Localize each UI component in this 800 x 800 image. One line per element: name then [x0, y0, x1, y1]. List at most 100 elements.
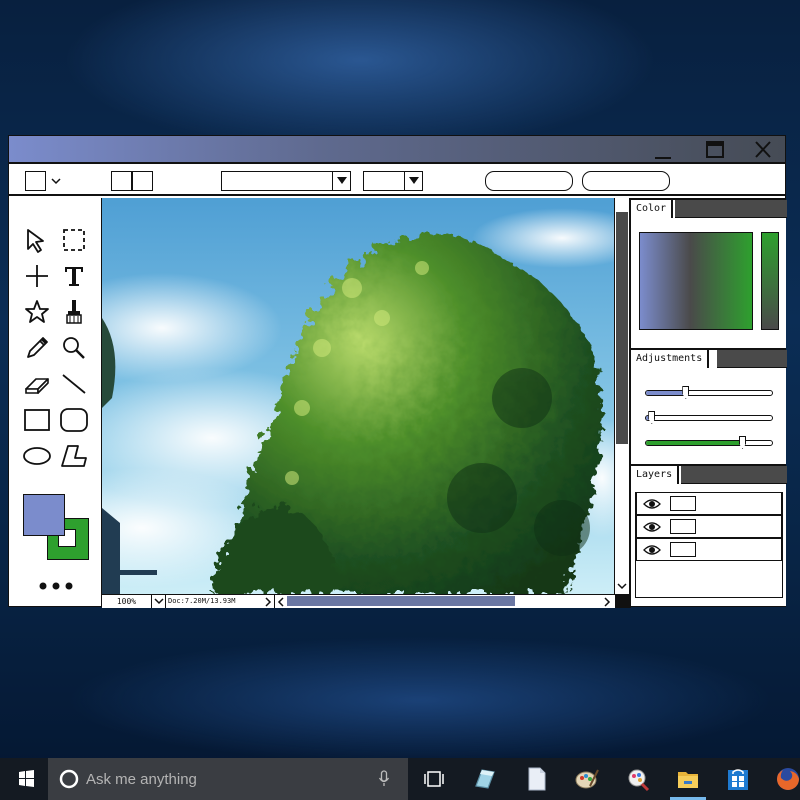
scroll-down-icon[interactable]: [617, 581, 627, 591]
eye-icon[interactable]: [643, 498, 661, 510]
adjustment-slider-3-fill: [646, 441, 744, 445]
pencil-icon: [27, 337, 48, 358]
file-explorer-icon: [678, 772, 698, 788]
title-bar[interactable]: [9, 136, 785, 164]
color-panel: Color: [630, 198, 787, 348]
layers-panel-header-bar: [681, 466, 787, 484]
maximize-button[interactable]: [695, 136, 735, 164]
pencil-tool[interactable]: [22, 333, 52, 363]
line-tool[interactable]: [59, 369, 89, 399]
task-view-button[interactable]: [412, 758, 456, 800]
layers-panel: Layers: [630, 464, 787, 606]
zoom-icon: [63, 337, 85, 359]
chevron-right-icon[interactable]: [264, 597, 272, 607]
taskbar-paint-palette[interactable]: [564, 758, 608, 800]
color-spectrum-slider[interactable]: [761, 232, 779, 330]
app-icon: [475, 769, 495, 789]
rectangle-select-icon: [63, 229, 85, 251]
firefox-icon: [777, 768, 799, 790]
rectangle-tool[interactable]: [22, 405, 52, 435]
rectangle-select-tool[interactable]: [59, 225, 89, 255]
layer-row-2[interactable]: [636, 515, 782, 538]
star-icon: [25, 300, 49, 323]
tool-preset-picker[interactable]: [25, 171, 65, 191]
crosshair-icon: [26, 265, 48, 287]
layer-thumbnail: [670, 496, 696, 511]
brush-tool[interactable]: [59, 297, 89, 327]
minimize-button[interactable]: [643, 136, 683, 164]
adjustment-slider-2-knob[interactable]: [648, 411, 656, 424]
taskbar-document[interactable]: [514, 758, 558, 800]
close-button[interactable]: [743, 136, 783, 164]
text-icon: [65, 267, 83, 286]
adjustment-slider-1-fill: [646, 391, 687, 395]
eraser-tool[interactable]: [22, 369, 52, 399]
foreground-color-swatch[interactable]: [23, 494, 65, 536]
layer-row-3[interactable]: [636, 538, 782, 561]
zoom-level-text: 100%: [116, 597, 137, 606]
vertical-scrollbar[interactable]: [614, 198, 630, 594]
adjustment-slider-2[interactable]: [645, 411, 773, 424]
crosshair-tool[interactable]: [22, 261, 52, 291]
chevron-down-icon: [154, 598, 164, 605]
star-tool[interactable]: [22, 297, 52, 327]
taskbar-paint-app[interactable]: [616, 758, 660, 800]
eraser-icon: [25, 378, 49, 394]
text-tool[interactable]: [59, 261, 89, 291]
vertical-scroll-thumb[interactable]: [616, 212, 628, 444]
taskbar-file-explorer[interactable]: [666, 758, 710, 800]
ellipsis-icon: [39, 582, 73, 590]
taskbar-store[interactable]: [716, 758, 760, 800]
polygon-tool[interactable]: [59, 441, 89, 471]
scroll-right-icon[interactable]: [603, 597, 611, 607]
taskbar-firefox[interactable]: [764, 758, 800, 800]
horizontal-scrollbar[interactable]: [274, 595, 631, 608]
toggle-divider: [131, 172, 133, 190]
layer-row-1[interactable]: [636, 492, 782, 515]
taskbar-app-1[interactable]: [462, 758, 506, 800]
color-picker-field[interactable]: [639, 232, 753, 330]
search-box[interactable]: [48, 758, 408, 800]
minimize-icon: [655, 157, 671, 159]
tool-preset-swatch: [25, 171, 46, 191]
zoom-tool[interactable]: [59, 333, 89, 363]
image-canvas[interactable]: [102, 198, 614, 594]
doc-size: Doc:7.20M/13.93M: [168, 595, 264, 608]
adjustment-slider-1[interactable]: [645, 386, 773, 399]
rounded-rectangle-tool[interactable]: [59, 405, 89, 435]
adjustment-slider-3[interactable]: [645, 436, 773, 449]
search-input[interactable]: [86, 768, 366, 790]
adjustments-panel-header-bar: [717, 350, 787, 368]
cortana-icon[interactable]: [58, 768, 80, 790]
color-panel-tab[interactable]: Color: [631, 200, 674, 218]
toolbar-button-1[interactable]: [485, 171, 573, 191]
color-panel-header-bar: [675, 200, 787, 218]
eye-icon[interactable]: [643, 521, 661, 533]
scroll-left-icon[interactable]: [277, 597, 285, 607]
eye-icon[interactable]: [643, 544, 661, 556]
zoom-dropdown[interactable]: [152, 595, 166, 608]
select-dropdown-1[interactable]: [221, 171, 351, 191]
select-dropdown-2[interactable]: [363, 171, 423, 191]
windows-start-icon: [19, 770, 34, 787]
toolbar-button-2[interactable]: [582, 171, 670, 191]
adjustments-panel-tab[interactable]: Adjustments: [631, 350, 710, 368]
doc-size-text: Doc:7.20M/13.93M: [168, 597, 236, 605]
tools-panel: [9, 198, 102, 606]
more-tools-button[interactable]: [35, 578, 79, 592]
ellipse-tool[interactable]: [22, 441, 52, 471]
layers-panel-tab[interactable]: Layers: [631, 466, 680, 484]
start-button[interactable]: [4, 758, 48, 800]
arrow-select-icon: [27, 229, 44, 253]
polygon-icon: [61, 445, 87, 467]
horizontal-scroll-thumb[interactable]: [287, 596, 515, 606]
arrow-select-tool[interactable]: [22, 225, 52, 255]
zoom-level[interactable]: 100%: [102, 595, 152, 608]
scroll-corner: [615, 595, 631, 608]
dropdown-arrow-icon: [332, 172, 350, 190]
adjustment-slider-3-knob[interactable]: [739, 436, 747, 449]
microphone-icon[interactable]: [378, 770, 390, 788]
tree-photo: [102, 198, 614, 594]
toggle-button-group[interactable]: [111, 171, 153, 191]
adjustment-slider-1-knob[interactable]: [682, 386, 690, 399]
